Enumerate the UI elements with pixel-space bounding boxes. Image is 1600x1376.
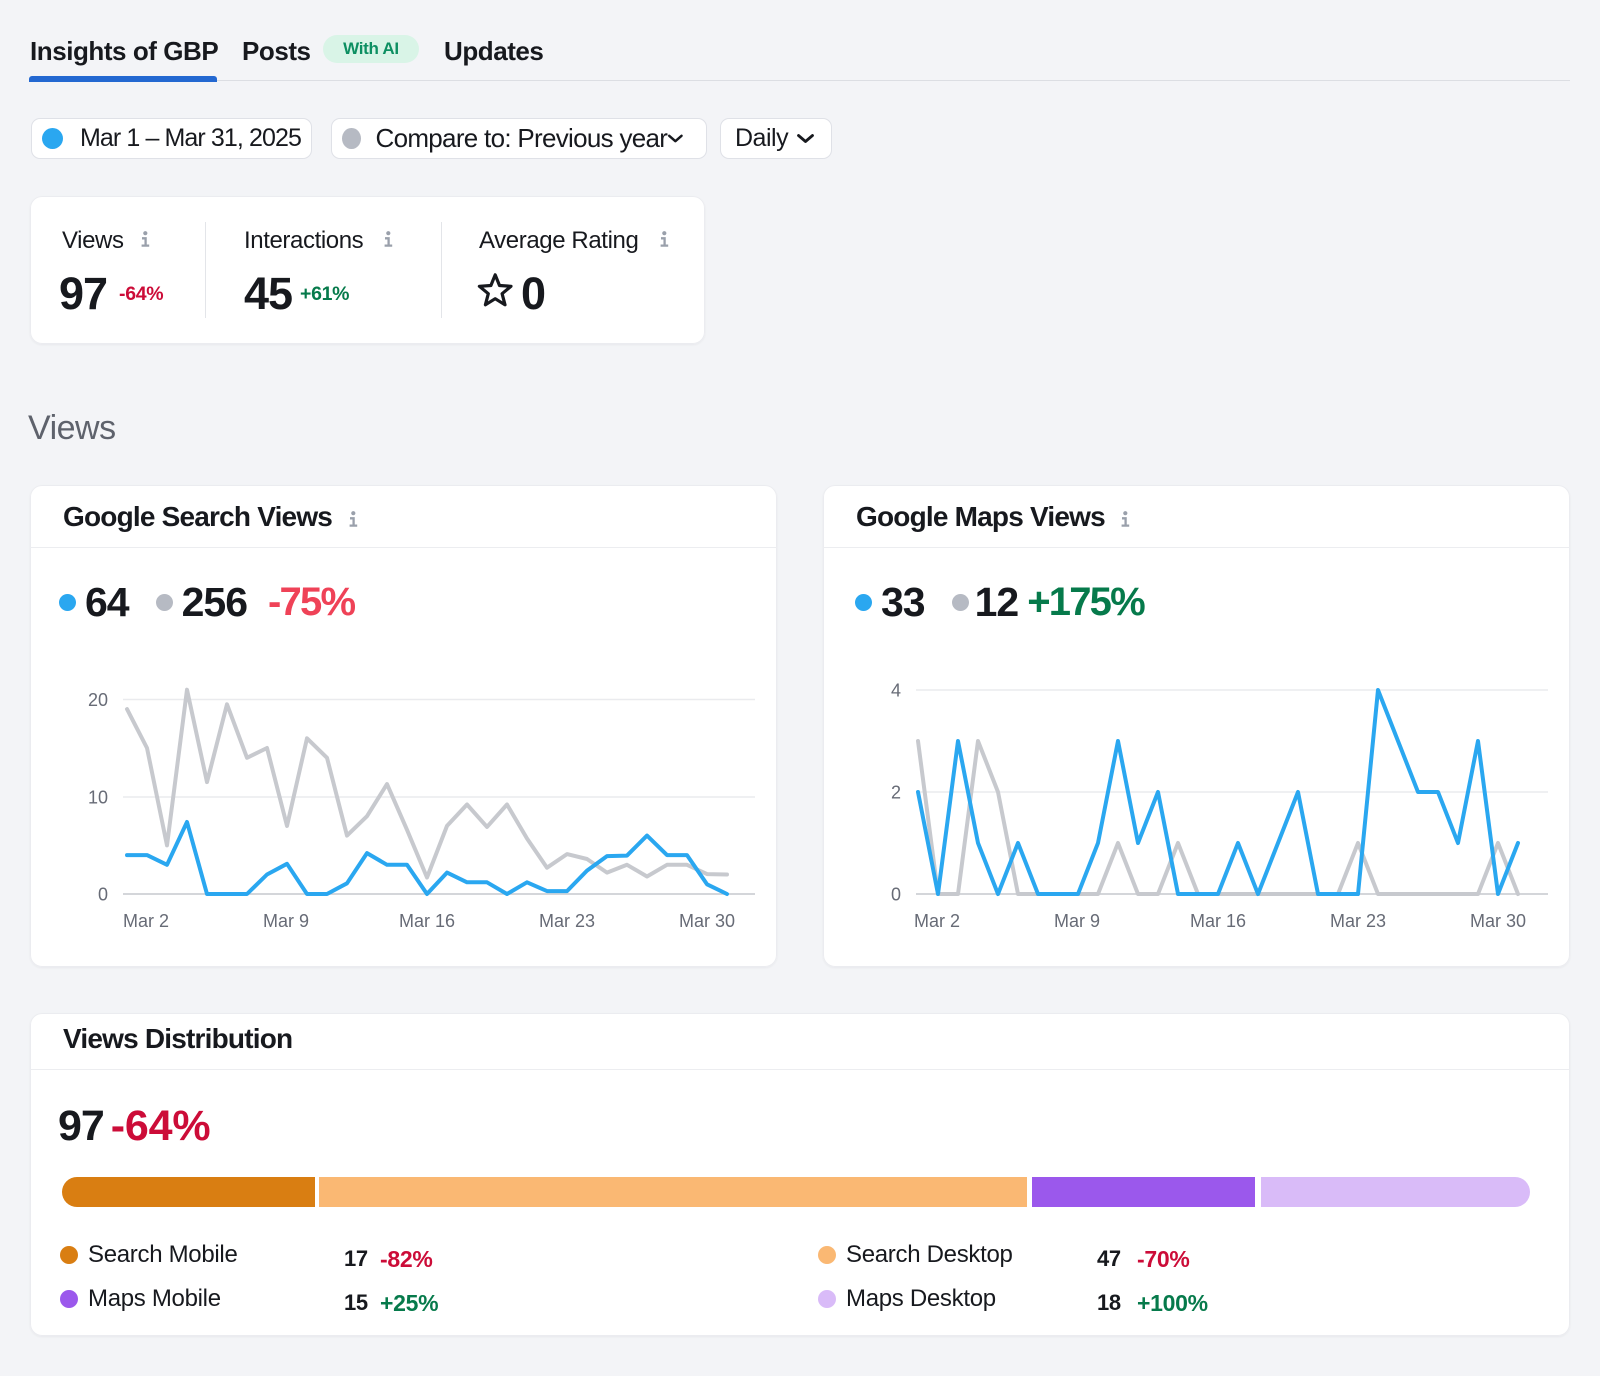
svg-text:Mar 9: Mar 9	[263, 911, 309, 931]
svg-text:Mar 30: Mar 30	[679, 911, 735, 931]
svg-text:0: 0	[891, 885, 901, 905]
svg-text:0: 0	[98, 885, 108, 905]
svg-text:Mar 16: Mar 16	[399, 911, 455, 931]
svg-text:Mar 23: Mar 23	[1330, 911, 1386, 931]
svg-text:Mar 30: Mar 30	[1470, 911, 1526, 931]
svg-text:10: 10	[88, 788, 108, 808]
svg-text:Mar 9: Mar 9	[1054, 911, 1100, 931]
svg-text:Mar 2: Mar 2	[123, 911, 169, 931]
svg-text:2: 2	[891, 783, 901, 803]
svg-text:20: 20	[88, 690, 108, 710]
svg-text:Mar 16: Mar 16	[1190, 911, 1246, 931]
svg-text:Mar 23: Mar 23	[539, 911, 595, 931]
svg-text:4: 4	[891, 681, 901, 701]
svg-text:Mar 2: Mar 2	[914, 911, 960, 931]
